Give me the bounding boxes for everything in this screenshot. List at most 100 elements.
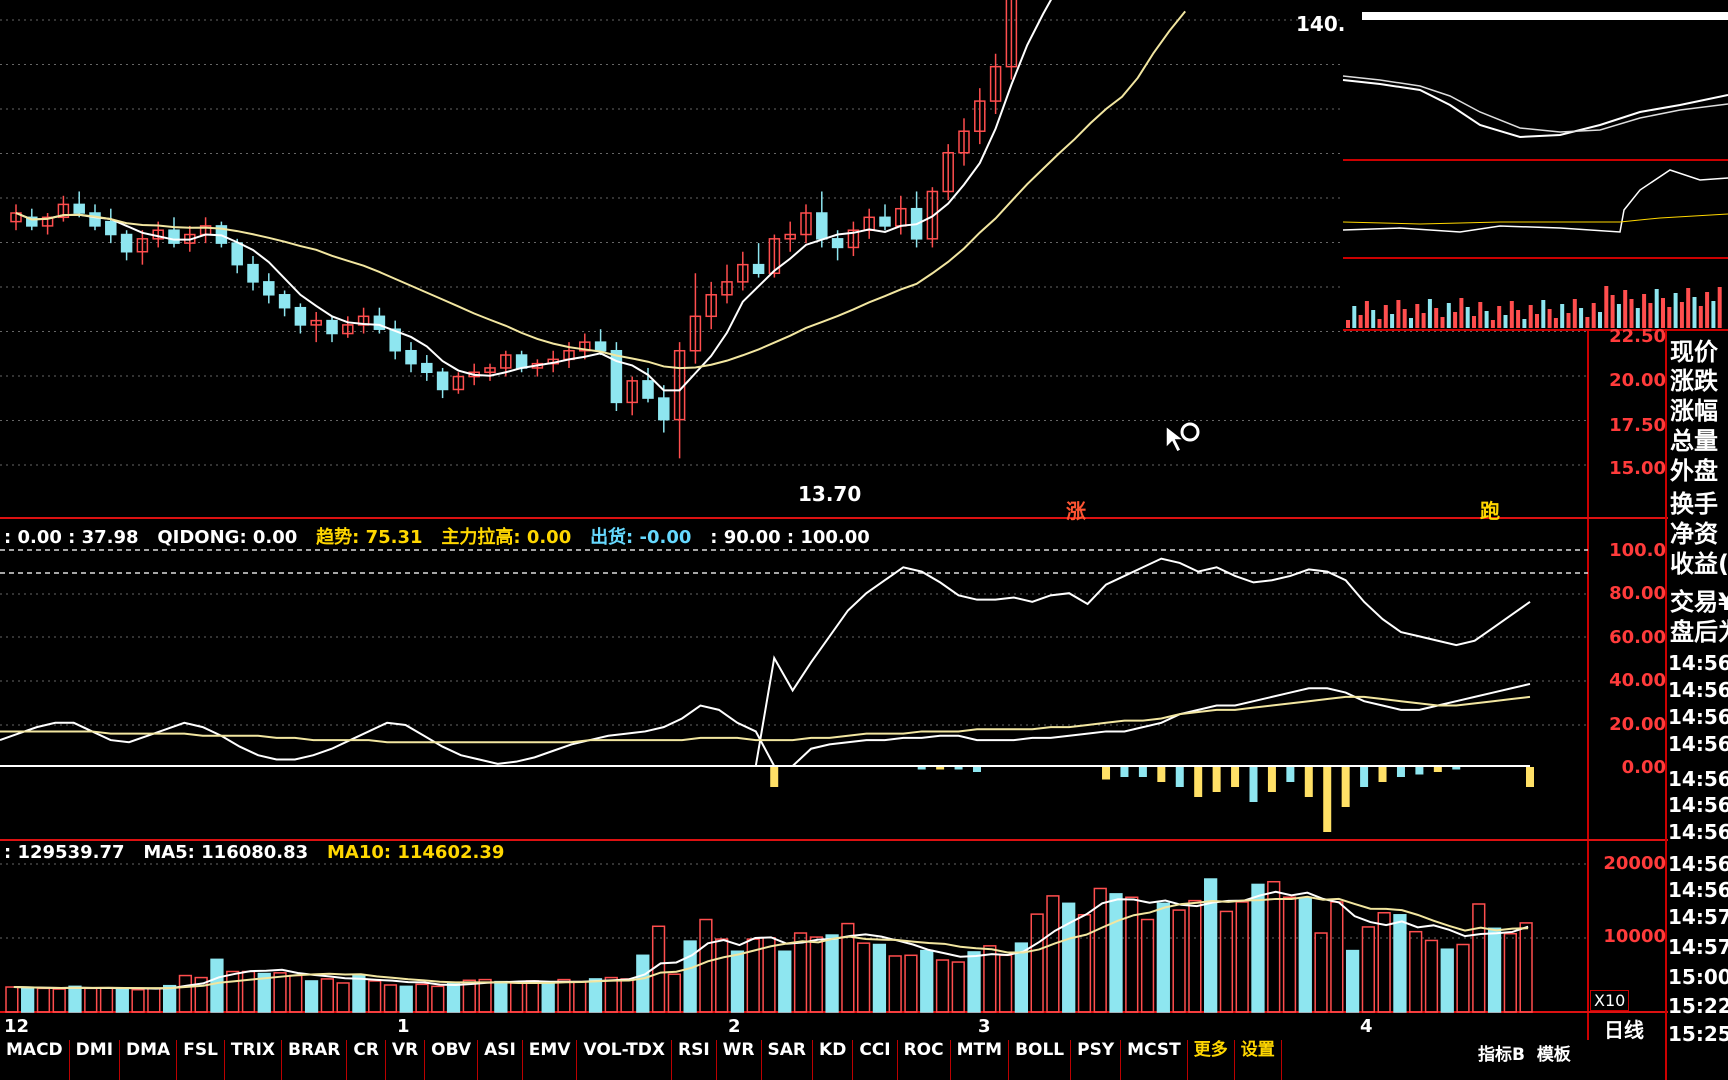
histogram-bar (770, 767, 779, 787)
inset-volume-bar (1648, 303, 1653, 328)
tab-dma[interactable]: DMA (120, 1040, 178, 1080)
inset-volume-bar (1686, 288, 1691, 328)
tab-sar[interactable]: SAR (762, 1040, 814, 1080)
inset-volume-bar (1409, 318, 1413, 328)
tab-fsl[interactable]: FSL (177, 1040, 225, 1080)
inset-volume-bar (1673, 293, 1678, 328)
inset-volume-bar (1497, 306, 1502, 328)
price-axis-tick: 17.50 (1609, 415, 1666, 436)
tab-cr[interactable]: CR (347, 1040, 386, 1080)
inset-volume-bar (1503, 315, 1508, 328)
tab-vol-tdx[interactable]: VOL-TDX (577, 1040, 672, 1080)
histogram-bar (1526, 767, 1534, 787)
volume-bar (1077, 914, 1092, 1013)
histogram-bar (936, 767, 945, 770)
tab-roc[interactable]: ROC (898, 1040, 951, 1080)
quote-label-trading: 交易¥ (1670, 588, 1728, 616)
tick-time: 14:56 (1668, 878, 1728, 902)
period-label[interactable]: 日线 (1604, 1014, 1644, 1043)
candle-body (105, 220, 117, 236)
candle-body (278, 294, 291, 309)
volume-bar (52, 988, 66, 1013)
tick-time: 14:56 (1668, 732, 1728, 756)
histogram-bar (1212, 767, 1221, 792)
tab-brar[interactable]: BRAR (282, 1040, 348, 1080)
inset-volume-bar (1484, 311, 1489, 328)
tab-mtm[interactable]: MTM (951, 1040, 1010, 1080)
indicator-axis-tick: 80.00 (1609, 583, 1666, 604)
tab-vr[interactable]: VR (386, 1040, 426, 1080)
inset-volume-bar (1528, 305, 1533, 328)
tab-kd[interactable]: KD (813, 1040, 854, 1080)
tab-mcst[interactable]: MCST (1121, 1040, 1188, 1080)
quote-label-earnings: 收益( (1670, 550, 1728, 578)
histogram-bar (1341, 767, 1350, 807)
volume-ma10: MA10: 114602.39 (327, 842, 505, 863)
volume-bar (320, 978, 334, 1013)
inset-volume-bar (1421, 313, 1426, 328)
tab-template[interactable]: 模板 (1537, 1045, 1571, 1065)
tab-more[interactable]: 更多 (1188, 1040, 1235, 1080)
inset-volume-bar (1535, 314, 1539, 328)
volume-bar (762, 937, 776, 1013)
volume-bar (793, 932, 808, 1013)
inset-volume-bar (1440, 317, 1445, 328)
tab-indicator-b[interactable]: 指标B (1478, 1045, 1525, 1065)
volume-bar (1298, 897, 1312, 1013)
volume-bar (951, 961, 965, 1013)
volume-bars (5, 878, 1533, 1013)
tab-trix[interactable]: TRIX (225, 1040, 283, 1080)
volume-bar (1030, 913, 1044, 1013)
volume-bar (1330, 901, 1344, 1013)
tab-emv[interactable]: EMV (523, 1040, 578, 1080)
inset-volume-bar (1717, 287, 1722, 328)
histogram-bar (1304, 767, 1313, 797)
tick-time: 14:57 (1668, 935, 1728, 959)
histogram-bar (1323, 767, 1332, 832)
tab-settings[interactable]: 设置 (1235, 1040, 1282, 1080)
volume-bar (1062, 902, 1076, 1013)
indicator-axis-tick: 20.00 (1609, 714, 1666, 735)
inset-volume-bar (1654, 289, 1659, 328)
tab-rsi[interactable]: RSI (672, 1040, 717, 1080)
tick-time: 15:22 (1668, 994, 1728, 1018)
tab-asi[interactable]: ASI (478, 1040, 523, 1080)
inset-volume-bar (1402, 309, 1407, 328)
volume-bar (1251, 883, 1265, 1013)
inset-volume-bar (1453, 312, 1458, 328)
volume-bar (1503, 932, 1517, 1013)
tab-dmi[interactable]: DMI (70, 1040, 121, 1080)
tab-obv[interactable]: OBV (425, 1040, 479, 1080)
volume-bar (1282, 896, 1297, 1013)
volume-bar (368, 980, 382, 1013)
inset-volume-bar (1427, 299, 1432, 328)
mouse-cursor-icon (1162, 422, 1202, 462)
candlestick-series (10, 0, 1018, 459)
volume-bar (778, 950, 792, 1013)
indicator-series-2 (0, 695, 1531, 744)
tab-boll[interactable]: BOLL (1009, 1040, 1072, 1080)
candle-body (658, 397, 670, 421)
inset-volume-bar (1383, 305, 1388, 328)
histogram-bar (1378, 767, 1387, 782)
inset-volume-bar (1522, 319, 1527, 328)
histogram-bar (1267, 767, 1276, 792)
volume-bar (336, 982, 350, 1013)
candle-body (752, 263, 765, 275)
tab-psy[interactable]: PSY (1071, 1040, 1122, 1080)
candle-body (816, 212, 828, 240)
volume-bar (1409, 930, 1423, 1013)
indicator-histogram (770, 767, 1534, 832)
volume-bar (857, 942, 871, 1013)
tab-macd[interactable]: MACD (0, 1040, 70, 1080)
volume-bar (557, 978, 571, 1013)
inset-volume-bar (1478, 302, 1483, 328)
tab-wr[interactable]: WR (717, 1040, 762, 1080)
tab-cci[interactable]: CCI (853, 1040, 898, 1080)
volume-bar (920, 949, 934, 1013)
indicator-lines (0, 557, 1531, 767)
inset-volume-bar (1553, 318, 1558, 328)
histogram-bar (1231, 767, 1240, 787)
tick-time: 14:56 (1668, 678, 1728, 702)
volume-bar (1361, 926, 1376, 1013)
